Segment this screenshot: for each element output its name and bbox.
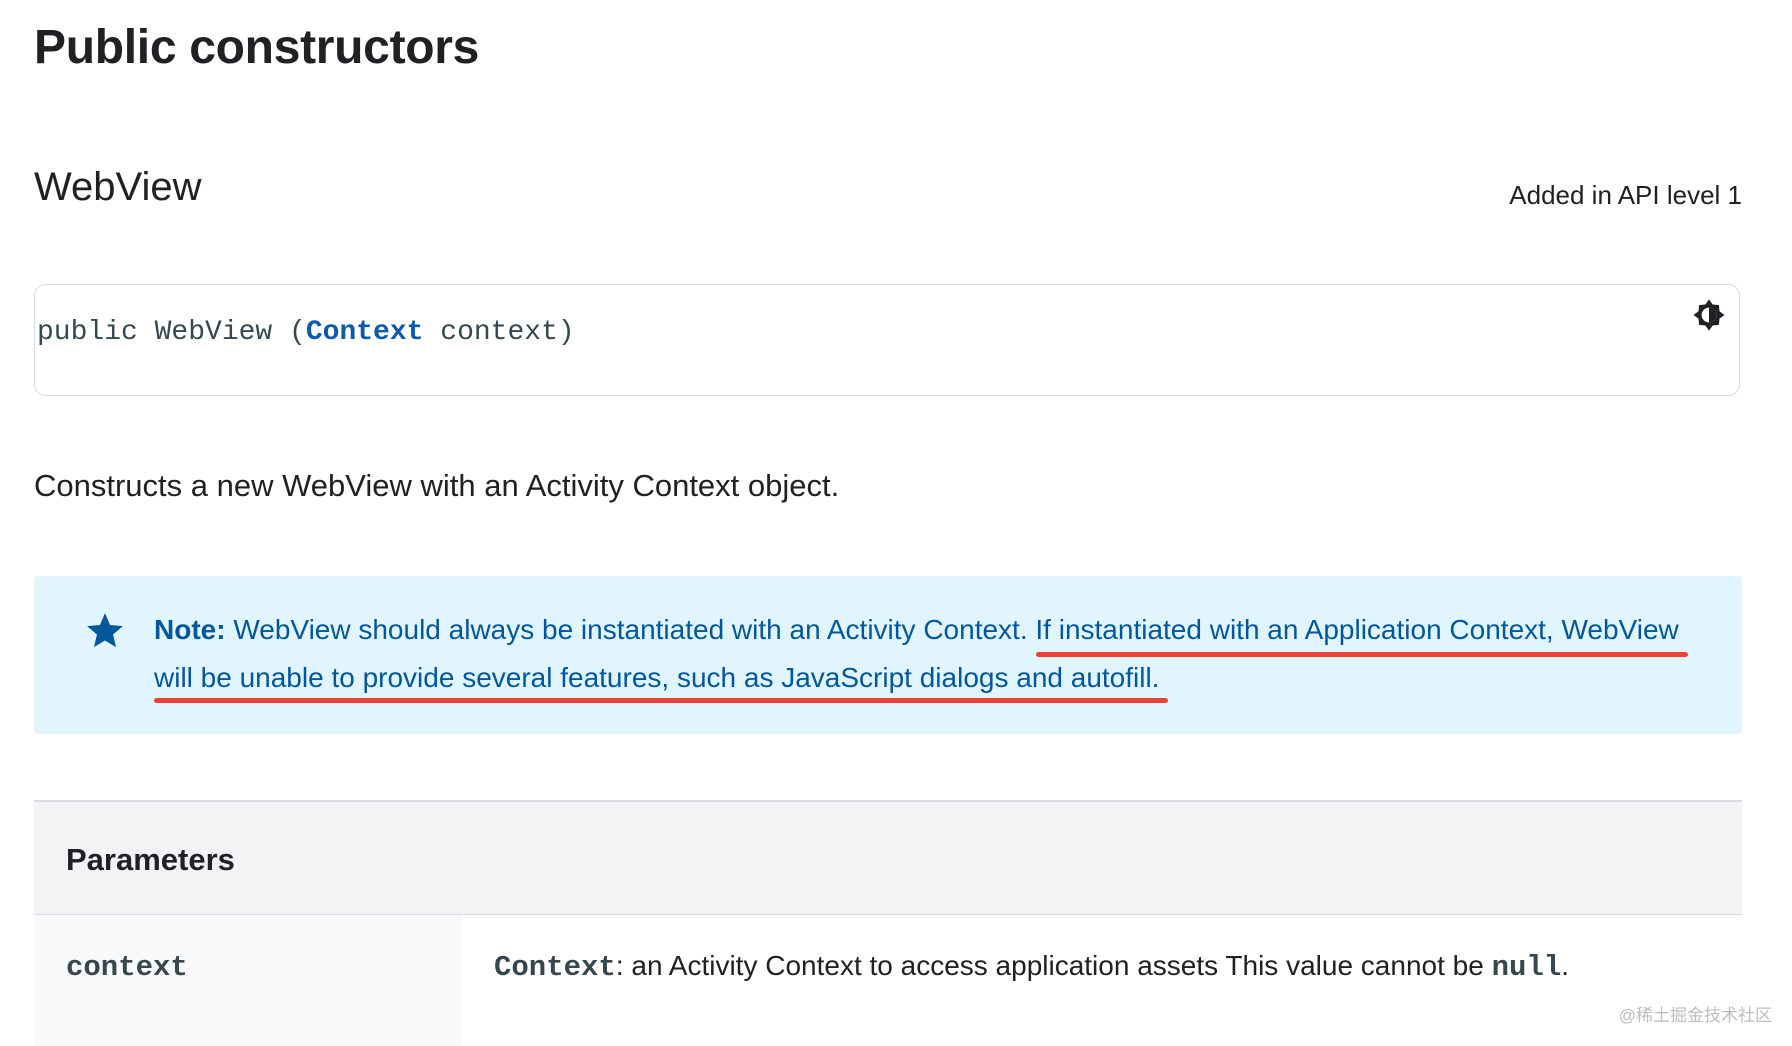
param-desc-text: : an Activity Context to access applicat… [615,950,1492,981]
signature-suffix: context) [423,317,575,348]
star-icon [87,613,123,648]
parameters-header: Parameters [34,802,1742,915]
theme-toggle-button[interactable] [1685,291,1733,339]
param-name-cell: context [34,915,462,1046]
watermark: @稀土掘金技术社区 [1618,1006,1772,1025]
note-callout: Note: WebView should always be instantia… [34,576,1742,734]
param-desc-end: . [1561,950,1569,981]
constructor-name: WebView [34,165,202,209]
context-type-link[interactable]: Context [306,317,424,348]
note-plain-text: WebView should always be instantiated wi… [225,614,1036,645]
code-block: public WebView (Context context) [34,284,1740,396]
param-null-code: null [1491,951,1562,984]
param-description: Context: an Activity Context to access a… [494,950,1569,984]
brightness-icon [1693,299,1725,331]
note-label: Note: [154,614,226,645]
section-title: Public constructors [34,21,480,74]
constructor-description: Constructs a new WebView with an Activit… [34,468,840,503]
parameters-table: Parameters context Context: an Activity … [34,800,1742,1046]
signature-prefix: public WebView ( [37,317,306,348]
annotation-underline-2 [154,698,1168,703]
page: Public constructors WebView Added in API… [34,0,1742,1046]
param-name: context [66,951,188,984]
note-highlight-line2: will be unable to provide several featur… [154,662,1160,693]
parameters-title: Parameters [66,842,235,877]
constructor-signature: public WebView (Context context) [37,317,575,348]
note-highlight-line1: If instantiated with an Application Cont… [1035,614,1679,645]
param-type-link[interactable]: Context [494,951,616,984]
api-level-label: Added in API level 1 [1509,180,1742,210]
annotation-underline-1 [1036,652,1688,657]
